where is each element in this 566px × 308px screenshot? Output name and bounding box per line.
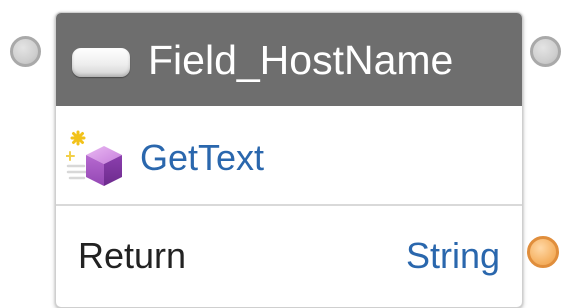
node-header[interactable]: Field_HostName [56,13,522,106]
return-data-port[interactable] [527,236,559,268]
flow-input-port[interactable] [10,36,41,67]
node-title: Field_HostName [148,37,454,83]
return-label: Return [78,235,187,276]
flow-output-port[interactable] [530,36,561,67]
method-name[interactable]: GetText [140,136,264,180]
return-type: String [405,235,500,276]
method-row[interactable]: GetText [56,106,522,204]
return-row: Return String [56,206,522,307]
activity-node[interactable]: Field_HostName GetText Return String [55,12,523,308]
toggle-switch-icon [72,48,130,77]
diagram-canvas: Field_HostName GetText Return String [0,0,566,308]
method-cube-icon [66,130,122,186]
